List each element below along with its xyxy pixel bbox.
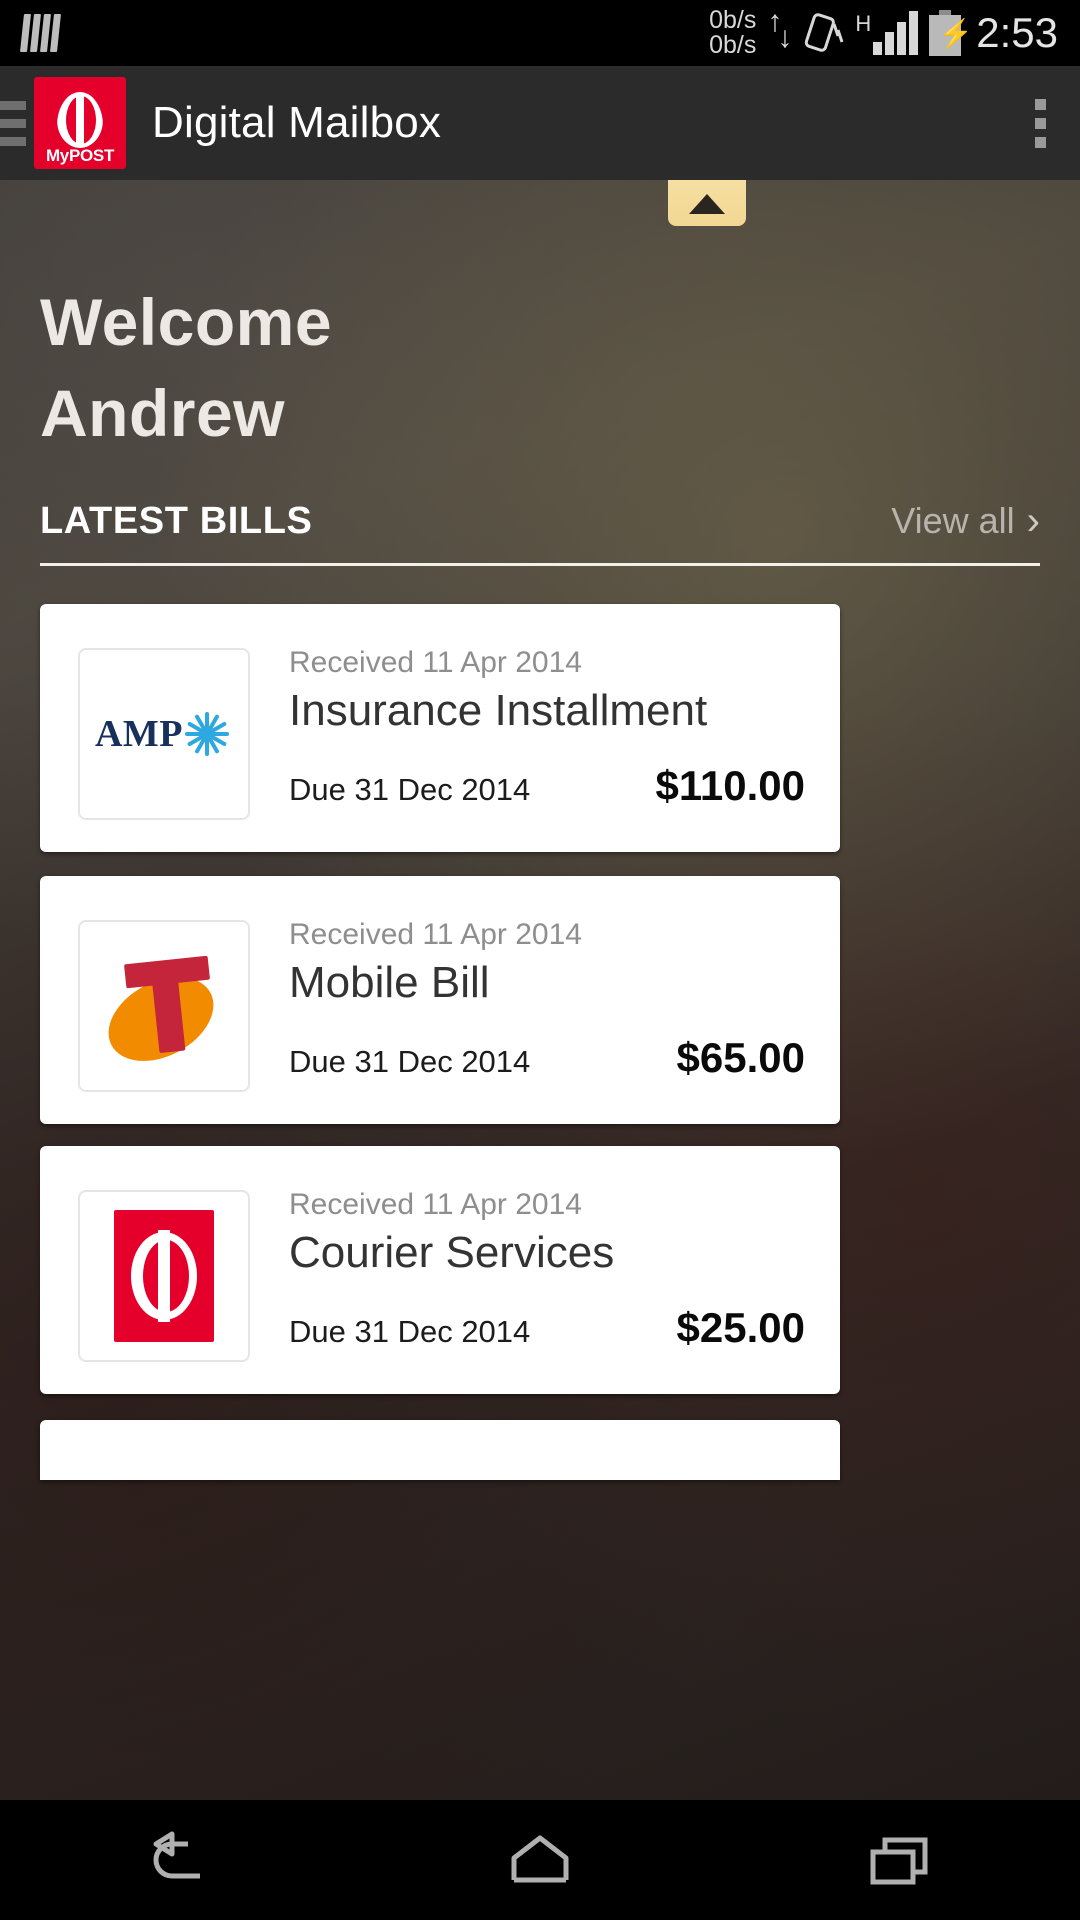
collapse-header-button[interactable] — [668, 180, 746, 226]
bill-due-date: Due 31 Dec 2014 — [289, 1314, 531, 1349]
welcome-heading: Welcome Andrew — [40, 277, 332, 459]
biller-logo-thumbnail — [78, 1190, 250, 1362]
home-icon — [502, 1830, 578, 1890]
bill-amount: $110.00 — [655, 762, 805, 809]
bill-name: Insurance Installment — [289, 686, 708, 735]
data-transfer-icon: ↑ ↓ — [767, 5, 793, 54]
back-button[interactable] — [80, 1800, 280, 1920]
amp-logo: AMP — [80, 708, 248, 760]
status-bar-right: 0b/s 0b/s ↑ ↓ H ⚡ 2:53 — [709, 5, 1080, 59]
welcome-name: Andrew — [40, 376, 286, 451]
auto-rotate-icon — [804, 10, 844, 56]
network-type-label: H — [855, 11, 872, 36]
biller-logo-thumbnail: AMP — [78, 648, 250, 820]
bill-received-date: Received 11 Apr 2014 — [289, 918, 582, 951]
bill-name: Mobile Bill — [289, 958, 490, 1007]
bill-due-date: Due 31 Dec 2014 — [289, 1044, 531, 1079]
app-bar: MyPOST Digital Mailbox — [0, 66, 1080, 180]
main-content: Welcome Andrew LATEST BILLS View all › A… — [0, 180, 1080, 1800]
bill-card[interactable]: Received 11 Apr 2014 Courier Services Du… — [40, 1146, 840, 1394]
bill-card-partial[interactable] — [40, 1420, 840, 1480]
section-title: LATEST BILLS — [40, 500, 313, 542]
recent-apps-button[interactable] — [800, 1800, 1000, 1920]
bill-amount: $25.00 — [676, 1304, 805, 1351]
network-speed-indicator: 0b/s 0b/s — [709, 5, 757, 59]
view-all-label: View all — [891, 500, 1015, 541]
network-speed-up: 0b/s — [709, 5, 757, 34]
chevron-right-icon: › — [1026, 499, 1040, 543]
status-bar: 0b/s 0b/s ↑ ↓ H ⚡ 2:53 — [0, 0, 1080, 66]
sim-card-icon — [20, 14, 61, 52]
latest-bills-header: LATEST BILLS View all › — [40, 500, 1040, 543]
bill-card[interactable]: Received 11 Apr 2014 Mobile Bill Due 31 … — [40, 876, 840, 1124]
home-button[interactable] — [440, 1800, 640, 1920]
triangle-up-icon — [689, 194, 725, 214]
network-speed-down: 0b/s — [709, 31, 757, 59]
status-bar-clock: 2:53 — [976, 9, 1058, 56]
back-icon — [142, 1830, 218, 1890]
view-all-link[interactable]: View all › — [891, 500, 1040, 542]
bill-amount: $65.00 — [676, 1034, 805, 1081]
hamburger-menu-icon[interactable] — [0, 100, 26, 146]
bill-card[interactable]: AMP Received 11 Apr 2014 Insurance Insta… — [40, 604, 840, 852]
overflow-menu-icon[interactable] — [1035, 98, 1046, 148]
biller-logo-thumbnail — [78, 920, 250, 1092]
australia-post-p-icon — [57, 92, 103, 148]
bill-received-date: Received 11 Apr 2014 — [289, 646, 582, 679]
section-divider — [40, 563, 1040, 566]
mypost-logo[interactable]: MyPOST — [34, 77, 126, 169]
bill-due-date: Due 31 Dec 2014 — [289, 772, 531, 807]
battery-charging-icon: ⚡ — [929, 10, 973, 56]
page-title: Digital Mailbox — [152, 98, 442, 147]
bill-received-date: Received 11 Apr 2014 — [289, 1188, 582, 1221]
amp-starburst-icon — [181, 708, 233, 760]
android-navigation-bar — [0, 1800, 1080, 1920]
signal-bars-icon: H — [855, 11, 919, 55]
bill-name: Courier Services — [289, 1228, 615, 1277]
status-bar-left — [0, 14, 61, 52]
telstra-logo — [94, 946, 229, 1078]
mypost-logo-text: MyPOST — [45, 146, 115, 165]
welcome-greeting: Welcome — [40, 285, 333, 359]
australia-post-logo — [114, 1210, 214, 1342]
recent-apps-icon — [865, 1830, 935, 1890]
amp-logo-text: AMP — [94, 713, 184, 755]
